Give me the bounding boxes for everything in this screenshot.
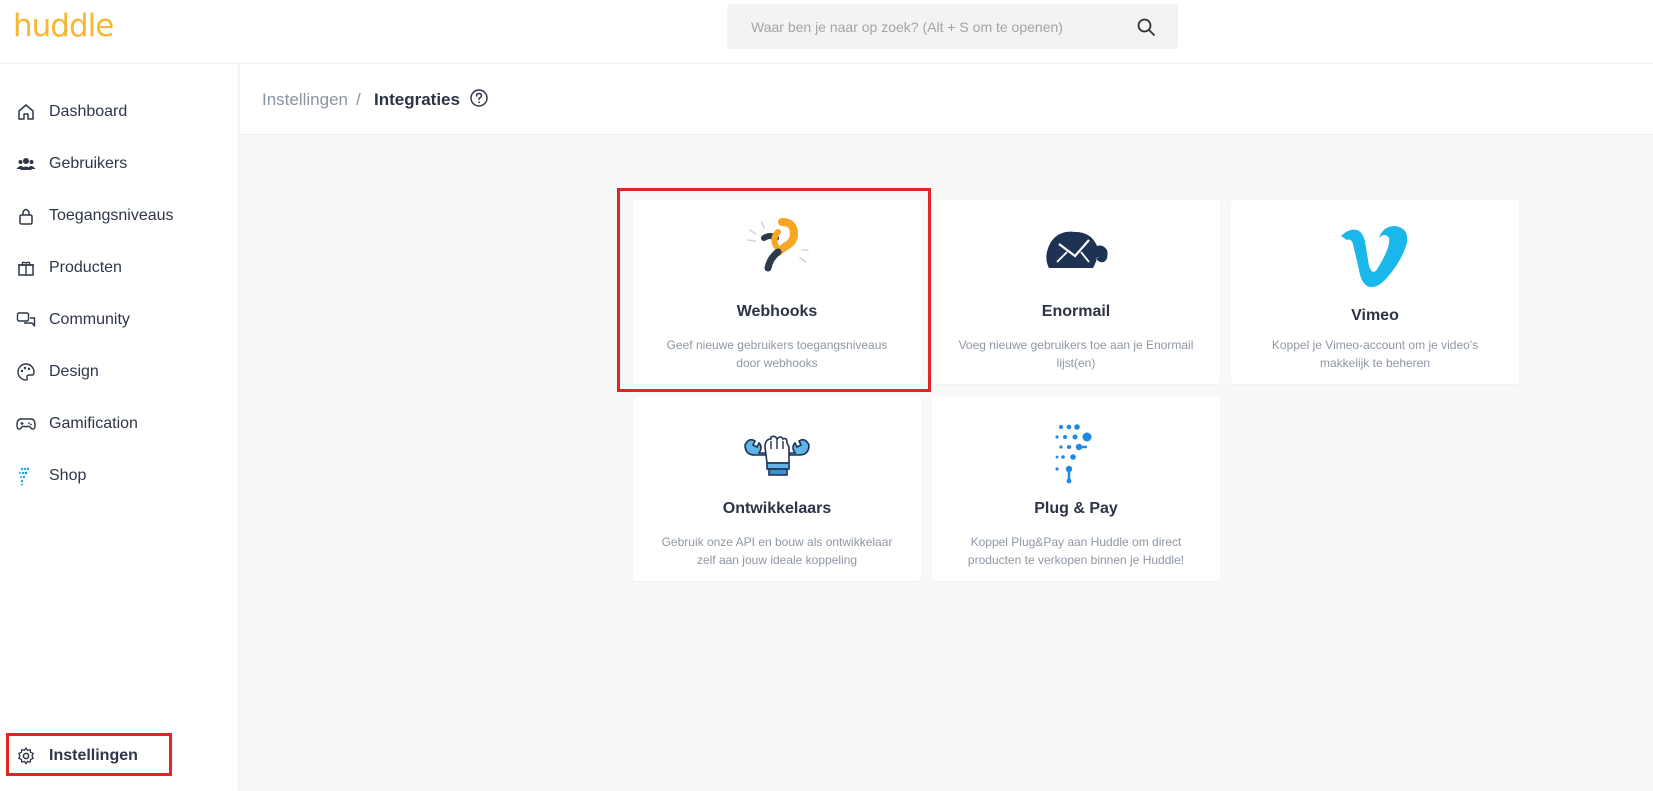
integration-card-ontwikkelaars[interactable]: Ontwikkelaars Gebruik onze API en bouw a… — [633, 397, 921, 581]
card-title: Enormail — [1041, 303, 1111, 320]
integration-card-vimeo[interactable]: Vimeo Koppel je Vimeo-account om je vide… — [1231, 200, 1519, 384]
sidebar-item-label: Gebruikers — [49, 155, 128, 172]
card-description: Gebruik onze API en bouw als ontwikkelaa… — [661, 535, 893, 567]
box-icon — [18, 261, 34, 276]
sidebar-item-producten[interactable]: Producten — [0, 248, 239, 288]
lock-icon — [19, 208, 33, 225]
integration-card-webhooks[interactable]: Webhooks Geef nieuwe gebruikers toegangs… — [633, 200, 921, 384]
chat-icon — [16, 312, 36, 327]
sidebar-item-label: Instellingen — [49, 747, 138, 764]
sidebar-item-label: Shop — [49, 467, 87, 484]
card-title: Plug & Pay — [1034, 500, 1118, 517]
palette-icon — [17, 363, 35, 381]
sidebar-item-label: Community — [49, 311, 130, 328]
sidebar-item-toegangsniveaus[interactable]: Toegangsniveaus — [0, 196, 239, 236]
help-icon[interactable] — [469, 88, 489, 108]
elephant-icon — [1046, 231, 1108, 268]
webhook-icon — [747, 218, 809, 272]
home-icon — [18, 104, 34, 120]
gear-icon — [18, 747, 34, 765]
users-icon — [16, 158, 36, 170]
sidebar-item-gamification[interactable]: Gamification — [0, 404, 239, 444]
breadcrumb-current: Integraties — [374, 90, 460, 109]
card-description: Koppel je Vimeo-account om je video's ma… — [1271, 338, 1479, 370]
vimeo-icon — [1341, 226, 1408, 288]
page-header: Instellingen / Integraties — [240, 64, 1653, 135]
integration-card-enormail[interactable]: Enormail Voeg nieuwe gebruikers toe aan … — [932, 200, 1220, 384]
sidebar-item-gebruikers[interactable]: Gebruikers — [0, 144, 239, 184]
card-description: Koppel Plug&Pay aan Huddle om direct pro… — [967, 535, 1185, 567]
sidebar-item-label: Dashboard — [49, 103, 128, 120]
top-bar: huddle — [0, 0, 1653, 64]
shop-icon — [19, 467, 30, 486]
breadcrumb-parent[interactable]: Instellingen — [262, 90, 348, 110]
sidebar-item-label: Design — [49, 363, 99, 380]
card-title: Webhooks — [736, 303, 818, 320]
wrench-hand-icon — [744, 435, 810, 476]
card-description: Voeg nieuwe gebruikers toe aan je Enorma… — [958, 338, 1194, 370]
search-icon[interactable] — [1136, 17, 1156, 37]
sidebar-item-community[interactable]: Community — [0, 300, 239, 340]
plugandpay-icon — [1055, 424, 1092, 484]
sidebar-item-shop[interactable]: Shop — [0, 456, 239, 496]
gamepad-icon — [16, 418, 36, 430]
card-description: Geef nieuwe gebruikers toegangsniveaus d… — [666, 338, 888, 370]
sidebar-item-design[interactable]: Design — [0, 352, 239, 392]
search-bar[interactable] — [727, 4, 1178, 49]
card-title: Vimeo — [1351, 307, 1399, 324]
huddle-logo[interactable]: huddle — [13, 8, 114, 44]
integration-card-plugandpay[interactable]: Plug & Pay Koppel Plug&Pay aan Huddle om… — [932, 397, 1220, 581]
sidebar-item-instellingen[interactable]: Instellingen — [0, 736, 239, 776]
sidebar-item-label: Toegangsniveaus — [49, 207, 174, 224]
card-title: Ontwikkelaars — [722, 500, 832, 517]
sidebar-item-label: Gamification — [49, 415, 138, 432]
search-input[interactable] — [751, 6, 1131, 47]
breadcrumb-separator: / — [356, 90, 361, 109]
sidebar-item-dashboard[interactable]: Dashboard — [0, 92, 239, 132]
sidebar: Dashboard Gebruikers Toegangsniveaus Pro… — [0, 64, 239, 791]
sidebar-item-label: Producten — [49, 259, 122, 276]
